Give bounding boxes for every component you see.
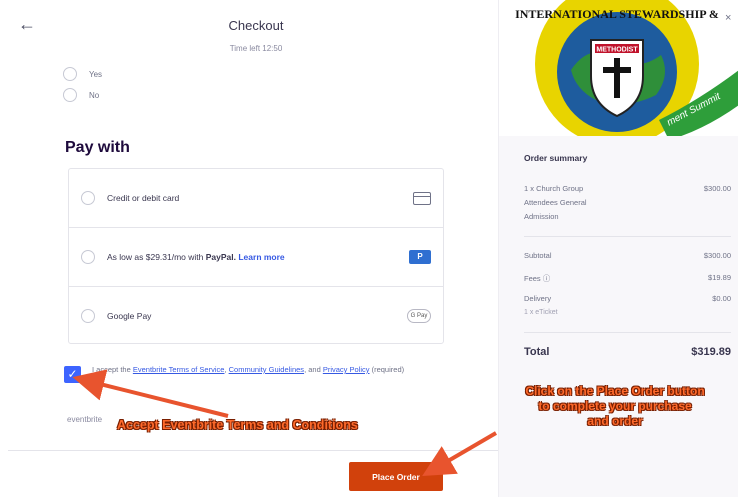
terms-annotation: Accept Eventbrite Terms and Conditions (117, 418, 358, 432)
place-order-arrow (422, 431, 498, 477)
place-order-annotation: Click on the Place Order button to compl… (525, 384, 705, 428)
terms-arrow (72, 369, 229, 418)
